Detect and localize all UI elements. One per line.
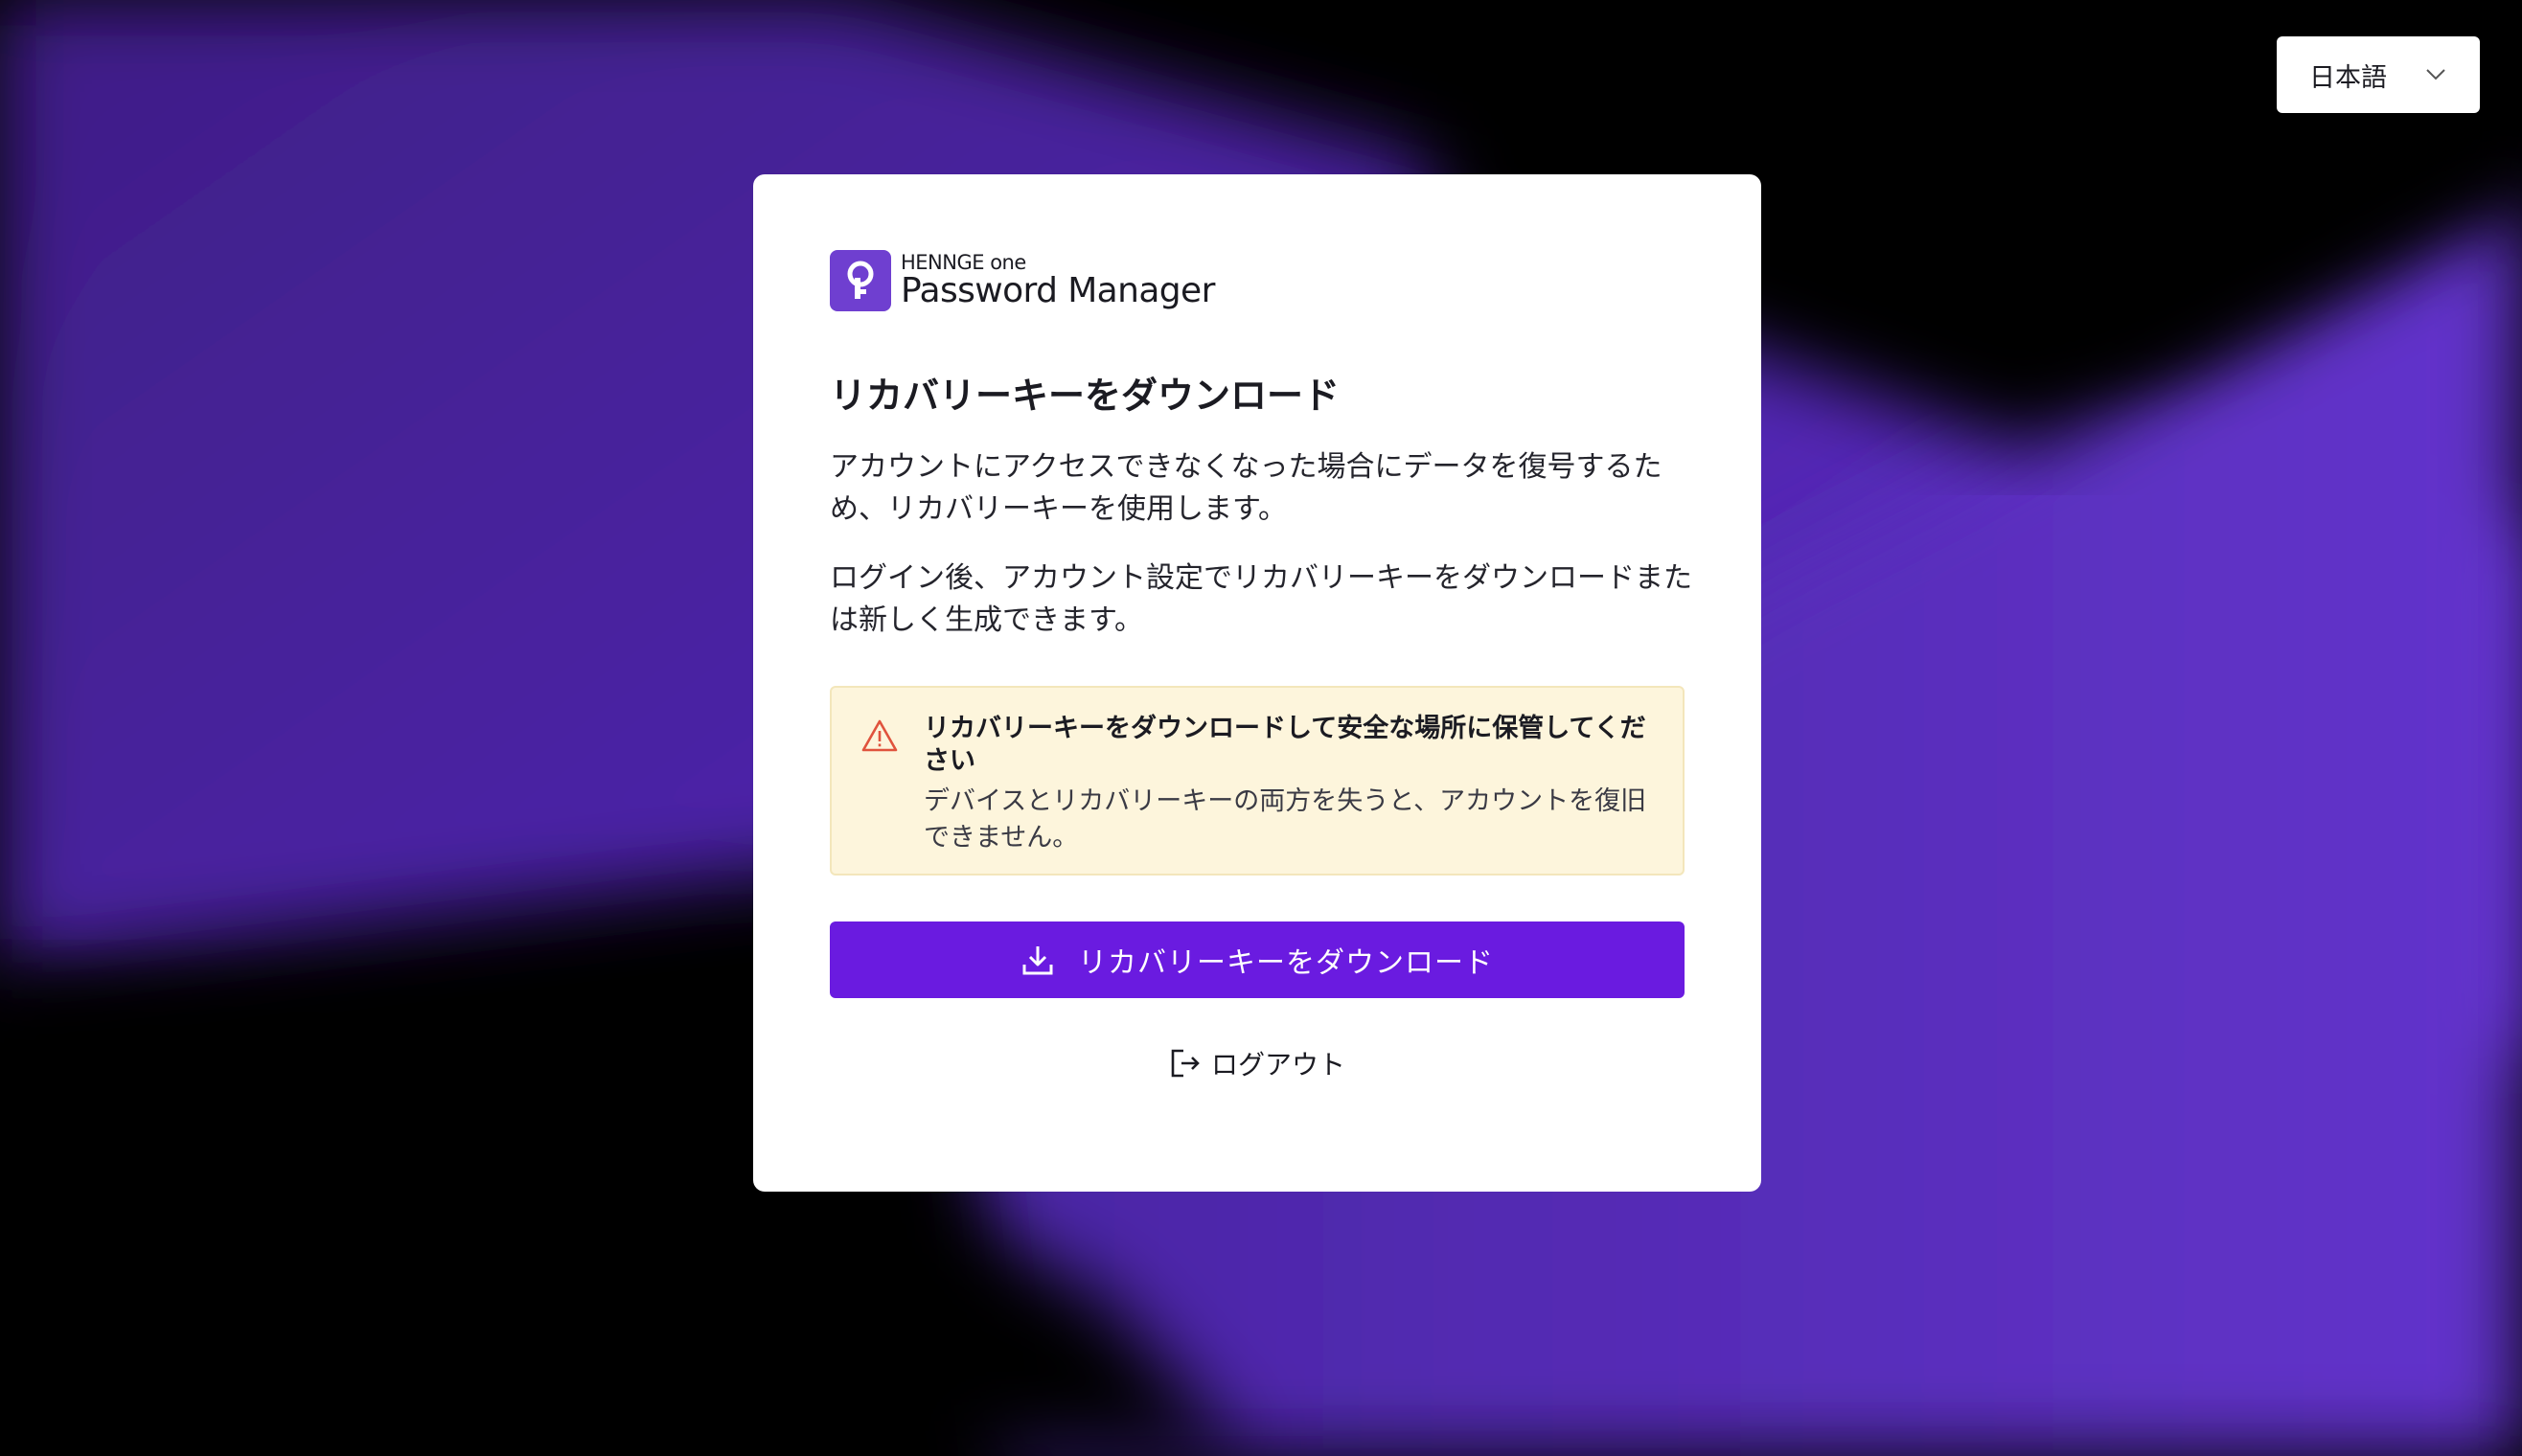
page-title: リカバリーキーをダウンロード: [830, 375, 1341, 417]
warning-triangle-icon: [860, 717, 899, 755]
logout-label: ログアウト: [1210, 1049, 1345, 1081]
language-select[interactable]: 日本語: [2277, 36, 2480, 113]
logout-icon: [1169, 1047, 1202, 1080]
recovery-key-card: HENNGE one Password Manager リカバリーキーをダウンロ…: [753, 174, 1761, 1192]
warning-title: リカバリーキーをダウンロードして安全な場所に保管してください: [924, 714, 1646, 776]
logout-link[interactable]: ログアウト: [830, 1044, 1685, 1082]
language-select-value: 日本語: [2309, 62, 2387, 93]
logo: HENNGE one Password Manager: [830, 249, 1685, 312]
download-button-label: リカバリーキーをダウンロード: [1078, 946, 1494, 980]
description-paragraph-2: ログイン後、アカウント設定でリカバリーキーをダウンロードまたは新しく生成できます…: [830, 561, 1692, 637]
download-icon: [1020, 943, 1055, 977]
warning-alert: リカバリーキーをダウンロードして安全な場所に保管してください デバイスとリカバリ…: [830, 686, 1685, 876]
chevron-down-icon: [2424, 63, 2447, 86]
key-icon: [830, 250, 891, 311]
logo-brand: HENNGE one: [901, 251, 1026, 274]
description-paragraph-1: アカウントにアクセスできなくなった場合にデータを復号するため、リカバリーキーを使…: [830, 450, 1662, 526]
warning-text: デバイスとリカバリーキーの両方を失うと、アカウントを復旧できません。: [924, 786, 1647, 853]
download-recovery-key-button[interactable]: リカバリーキーをダウンロード: [830, 921, 1685, 998]
logo-product: Password Manager: [901, 271, 1215, 310]
app-window: 日本語 HENNGE one Password Manager リカバリーキーを…: [0, 0, 2522, 1456]
